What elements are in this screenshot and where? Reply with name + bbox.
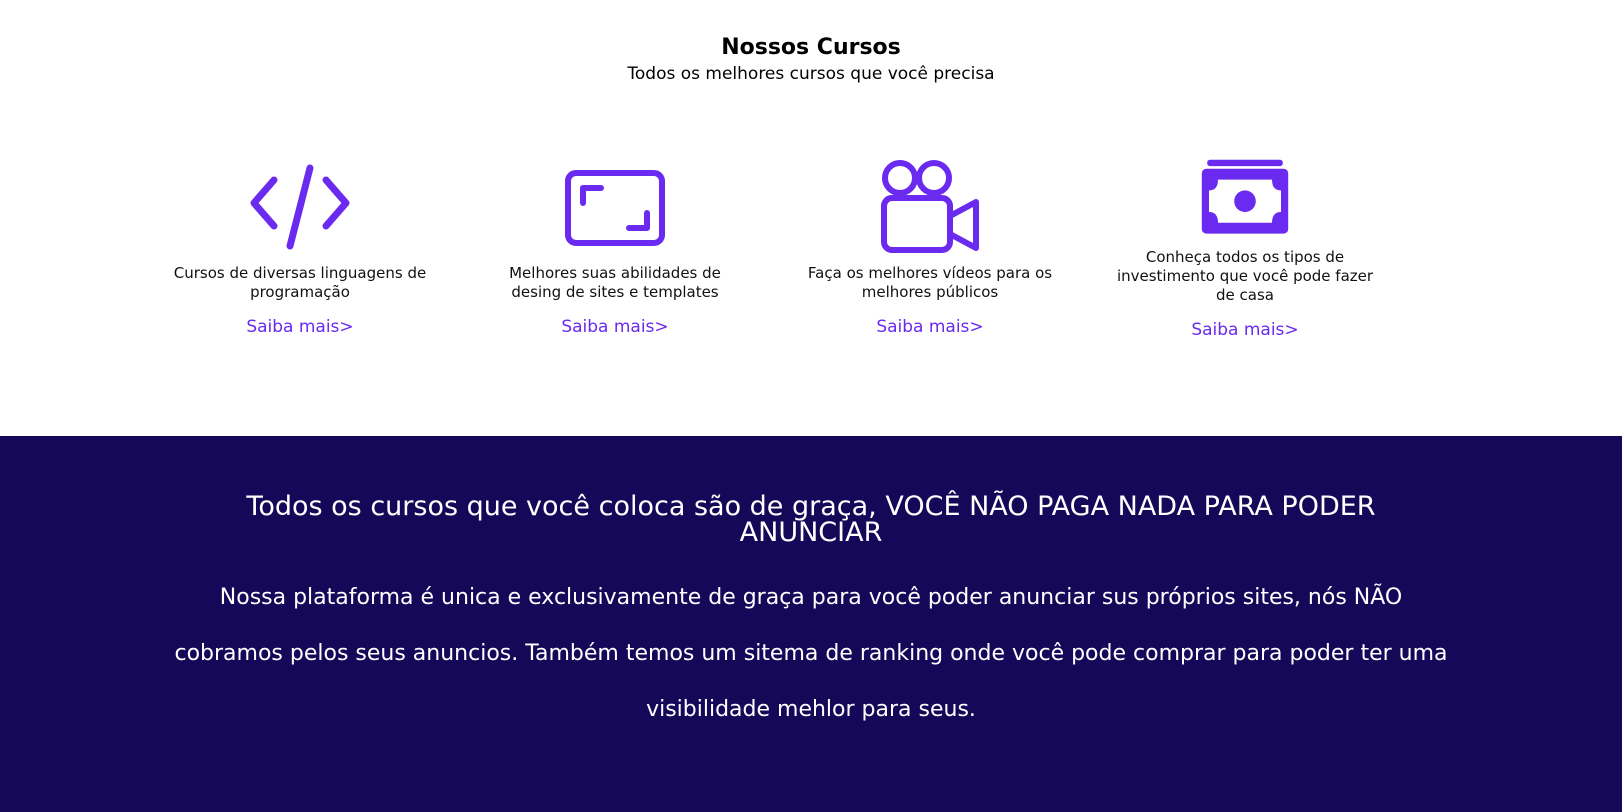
saiba-mais-link[interactable]: Saiba mais>: [1191, 319, 1298, 341]
money-bill-icon: [1201, 159, 1289, 234]
video-camera-icon: [881, 160, 979, 253]
fullscreen-frame-icon: [565, 170, 665, 246]
course-card-description: Conheça todos os tipos de investimento q…: [1116, 248, 1374, 304]
course-card-description: Melhores suas abilidades de desing de si…: [509, 264, 721, 301]
banner-text: Nossa plataforma é unica e exclusivament…: [174, 585, 1448, 722]
course-card-investment: Conheça todos os tipos de investimento q…: [1100, 158, 1390, 341]
course-card-design: Melhores suas abilidades de desing de si…: [470, 158, 760, 338]
courses-section: Nossos Cursos Todos os melhores cursos q…: [0, 0, 1622, 436]
section-subtitle: Todos os melhores cursos que você precis…: [627, 64, 995, 84]
code-icon: [250, 164, 350, 250]
section-title: Nossos Cursos: [721, 35, 901, 60]
course-card-description: Faça os melhores vídeos para os melhores…: [807, 264, 1053, 301]
course-card-programming: Cursos de diversas linguagens de program…: [155, 158, 445, 338]
banner-heading: Todos os cursos que você coloca são de g…: [246, 491, 1376, 548]
saiba-mais-link[interactable]: Saiba mais>: [561, 316, 668, 338]
saiba-mais-link[interactable]: Saiba mais>: [876, 316, 983, 338]
course-card-video: Faça os melhores vídeos para os melhores…: [785, 158, 1075, 338]
course-card-description: Cursos de diversas linguagens de program…: [173, 264, 427, 301]
saiba-mais-link[interactable]: Saiba mais>: [246, 316, 353, 338]
free-courses-banner: Todos os cursos que você coloca são de g…: [0, 436, 1622, 812]
